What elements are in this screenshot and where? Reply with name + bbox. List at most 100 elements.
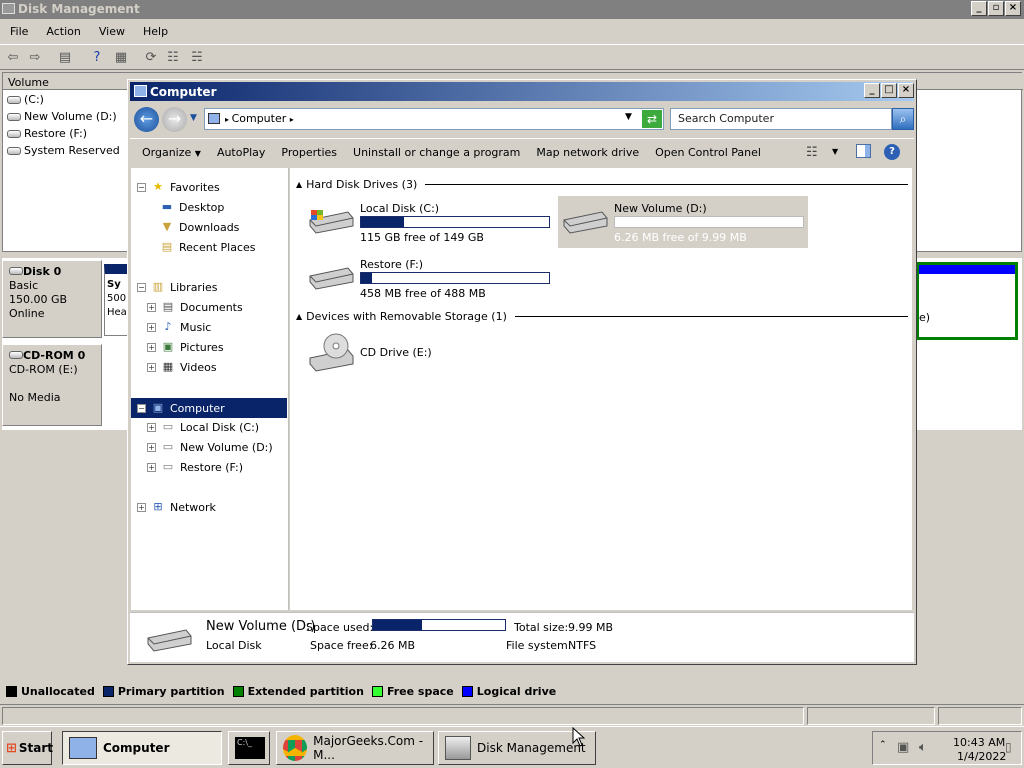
desktop-icon: ▬ (161, 200, 173, 213)
disk-icon (7, 129, 21, 138)
taskbar-item-cmd[interactable]: C:\_ (228, 731, 270, 765)
menu-view[interactable]: View (99, 25, 125, 43)
expand-icon[interactable]: + (137, 502, 146, 512)
volume-row[interactable]: (C:) (7, 93, 44, 106)
minimize-button[interactable]: _ (971, 1, 987, 16)
breadcrumb-computer[interactable]: Computer (232, 112, 287, 125)
view-icon[interactable]: ▦ (112, 49, 130, 66)
collapse-icon[interactable]: − (137, 403, 146, 413)
disk-management-icon (445, 736, 471, 760)
start-button[interactable]: ⊞ Start (2, 731, 53, 765)
clock-date[interactable]: 1/4/2022 (957, 750, 1006, 763)
expand-icon[interactable]: + (147, 302, 156, 312)
menu-help[interactable]: Help (143, 25, 168, 43)
autoplay-button[interactable]: AutoPlay (217, 146, 265, 159)
volume-icon[interactable]: 🔈︎ (919, 740, 927, 755)
dm-toolbar: ⇦ ⇨ ▤ ? ▦ ⟳ ☷ ☵ (0, 44, 1024, 70)
collapse-icon[interactable]: − (137, 282, 146, 292)
nav-libraries[interactable]: − ▥ Libraries (137, 280, 218, 294)
refresh-icon[interactable]: ⇄ (642, 110, 662, 128)
search-input[interactable]: Search Computer (670, 108, 892, 130)
nav-network[interactable]: + ⊞ Network (137, 500, 216, 514)
uninstall-program-button[interactable]: Uninstall or change a program (353, 146, 520, 159)
nav-documents[interactable]: + ▤ Documents (147, 300, 243, 314)
nav-music[interactable]: + ♪ Music (147, 320, 211, 334)
nav-computer[interactable]: − ▣ Computer (131, 398, 287, 418)
menu-file[interactable]: File (10, 25, 28, 43)
nav-desktop[interactable]: ▬ Desktop (159, 200, 225, 214)
nav-new-volume-d[interactable]: + ▭ New Volume (D:) (147, 440, 273, 454)
properties-icon[interactable]: ☷ (164, 49, 182, 66)
map-network-drive-button[interactable]: Map network drive (536, 146, 639, 159)
taskbar-item-computer[interactable]: Computer (62, 731, 222, 765)
drive-tile-e[interactable]: CD Drive (E:) (304, 328, 554, 380)
expand-icon[interactable]: + (147, 342, 156, 352)
drive-tile-f[interactable]: Restore (F:) 458 MB free of 488 MB (304, 252, 554, 304)
mouse-cursor-icon (572, 727, 586, 747)
volume-row[interactable]: Restore (F:) (7, 127, 87, 140)
expand-icon[interactable]: + (147, 362, 156, 372)
breadcrumb-arrow-icon[interactable]: ▸ (290, 115, 294, 124)
address-field[interactable]: ▸ Computer ▸ ▼ (204, 108, 664, 130)
nav-downloads[interactable]: ▼ Downloads (159, 220, 240, 234)
show-desktop-icon[interactable]: ▯ (1005, 740, 1012, 754)
properties-button[interactable]: Properties (281, 146, 337, 159)
hard-drive-windows-icon (309, 210, 354, 234)
maximize-button[interactable]: □ (881, 83, 897, 98)
drive-tile-d[interactable]: New Volume (D:) 6.26 MB free of 9.99 MB (558, 196, 808, 248)
details-kind: Local Disk (206, 639, 262, 652)
address-dropdown-icon[interactable]: ▼ (625, 112, 632, 122)
expand-icon[interactable]: + (147, 322, 156, 332)
group-hard-disk-drives[interactable]: ▲ Hard Disk Drives (3) (296, 178, 908, 191)
forward-button[interactable]: → (162, 107, 187, 132)
back-arrow-icon[interactable]: ⇦ (4, 49, 22, 66)
collapse-icon[interactable]: − (137, 182, 146, 192)
show-hidden-icons-icon[interactable]: ⌃ (879, 740, 887, 750)
forward-arrow-icon[interactable]: ⇨ (26, 49, 44, 66)
collapse-group-icon[interactable]: ▲ (296, 312, 302, 321)
clock-time[interactable]: 10:43 AM (953, 736, 1005, 749)
chevron-down-icon[interactable]: ▼ (832, 147, 838, 156)
nav-recent-places[interactable]: ▤ Recent Places (159, 240, 256, 254)
cdrom0-label[interactable]: CD-ROM 0 CD-ROM (E:) No Media (2, 344, 102, 426)
expand-icon[interactable]: + (147, 442, 156, 452)
organize-button[interactable]: Organize ▼ (142, 146, 201, 159)
partition-block[interactable]: e) (916, 262, 1018, 340)
help-icon[interactable]: ? (884, 144, 900, 160)
open-control-panel-button[interactable]: Open Control Panel (655, 146, 761, 159)
drive-usage-bar (360, 272, 550, 284)
network-icon[interactable]: ▣ (897, 740, 909, 755)
help-icon[interactable]: ? (88, 49, 106, 66)
volume-row[interactable]: New Volume (D:) (7, 110, 117, 123)
menu-action[interactable]: Action (46, 25, 80, 43)
downloads-folder-icon: ▼ (162, 220, 172, 233)
restore-button[interactable]: ▫ (988, 1, 1004, 16)
nav-pictures[interactable]: + ▣ Pictures (147, 340, 224, 354)
close-button[interactable]: × (898, 83, 914, 98)
nav-local-disk-c[interactable]: + ▭ Local Disk (C:) (147, 420, 259, 434)
drive-usage-bar (360, 216, 550, 228)
dm-title-bar[interactable]: Disk Management _ ▫ × (0, 0, 1024, 19)
settings-icon[interactable]: ☵ (188, 49, 206, 66)
explorer-title-bar[interactable]: Computer _ □ × (130, 82, 914, 101)
volume-row[interactable]: System Reserved (7, 144, 120, 157)
nav-favorites[interactable]: − ★ Favorites (137, 180, 220, 194)
disk0-label[interactable]: Disk 0 Basic 150.00 GB Online (2, 260, 102, 338)
drive-tile-c[interactable]: Local Disk (C:) 115 GB free of 149 GB (304, 196, 554, 248)
collapse-group-icon[interactable]: ▲ (296, 180, 302, 189)
nav-videos[interactable]: + ▦ Videos (147, 360, 217, 374)
nav-restore-f[interactable]: + ▭ Restore (F:) (147, 460, 243, 474)
expand-icon[interactable]: + (147, 422, 156, 432)
expand-icon[interactable]: + (147, 462, 156, 472)
close-button[interactable]: × (1005, 1, 1021, 16)
search-icon[interactable]: ⌕ (892, 108, 914, 130)
console-tree-icon[interactable]: ▤ (56, 49, 74, 66)
recent-pages-dropdown-icon[interactable]: ▼ (190, 113, 197, 123)
preview-pane-icon[interactable] (856, 144, 871, 158)
minimize-button[interactable]: _ (864, 83, 880, 98)
group-removable-storage[interactable]: ▲ Devices with Removable Storage (1) (296, 310, 908, 323)
back-button[interactable]: ← (134, 107, 159, 132)
taskbar-item-chrome[interactable]: MajorGeeks.Com - M... (276, 731, 434, 765)
refresh-icon[interactable]: ⟳ (142, 49, 160, 66)
change-view-icon[interactable]: ☷ (806, 145, 818, 160)
